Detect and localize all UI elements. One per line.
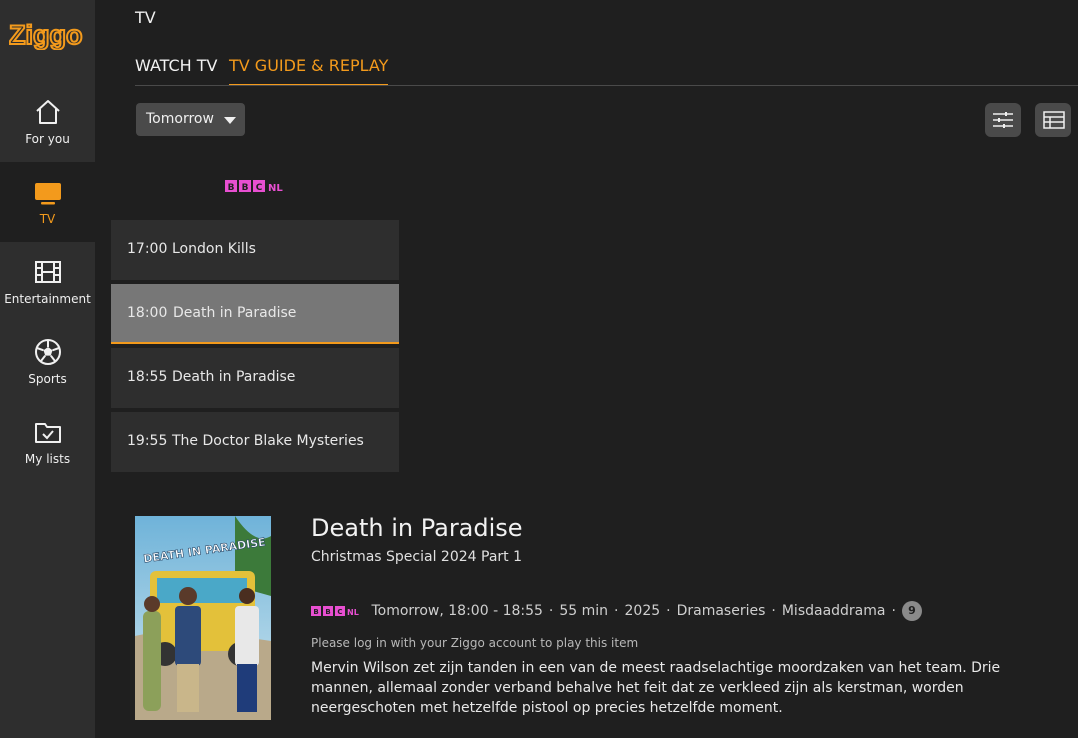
sidebar: Ziggo For you TV Entertainment Sports My… [0,0,95,738]
svg-text:B: B [325,608,330,616]
program-poster: DEATH IN PARADISE [135,516,271,720]
folder-check-icon [34,423,61,443]
svg-text:B: B [313,608,318,616]
program-item[interactable]: 17:00 London Kills [111,220,399,280]
login-note: Please log in with your Ziggo account to… [311,636,639,650]
nav-item-entertainment[interactable]: Entertainment [0,258,95,338]
program-title: Death in Paradise [172,369,296,385]
tabs-divider [135,85,1078,86]
nav-item-sports[interactable]: Sports [0,338,95,418]
svg-text:Ziggo: Ziggo [9,22,82,50]
grid-view-icon [1043,111,1065,129]
svg-text:C: C [256,183,263,193]
svg-text:B: B [228,183,235,193]
ziggo-logo[interactable]: Ziggo [9,22,85,50]
day-select[interactable]: Tomorrow [136,103,245,136]
meta-year: 2025 [624,603,661,619]
program-item-selected[interactable]: 18:00 Death in Paradise [111,284,399,344]
detail-meta: B B C NL Tomorrow, 18:00 - 18:55 · 55 min ·… [311,601,922,621]
svg-text:B: B [242,183,249,193]
nav-label: For you [25,132,70,146]
nav-item-my-lists[interactable]: My lists [0,418,95,498]
meta-separator: · [891,603,896,619]
program-time: 19:55 [127,433,168,449]
meta-genre: Misdaaddrama [781,603,886,619]
grid-view-button[interactable] [1035,103,1071,137]
nav-label: My lists [24,452,71,466]
meta-airing: Tomorrow, 18:00 - 18:55 [371,603,543,619]
day-select-value: Tomorrow [146,111,214,127]
meta-genre: Dramaseries [676,603,766,619]
filter-button[interactable] [985,103,1021,137]
svg-text:NL: NL [268,183,283,193]
detail-title: Death in Paradise [311,514,523,542]
program-title: London Kills [172,241,256,257]
football-icon [34,339,61,365]
detail-subtitle: Christmas Special 2024 Part 1 [311,549,523,565]
channel-logo-bbc-nl: B B C NL [311,605,359,617]
program-time: 18:55 [127,369,168,385]
tab-watch-tv[interactable]: WATCH TV [135,56,218,84]
nav-label: Entertainment [4,292,91,306]
program-title: The Doctor Blake Mysteries [172,433,364,449]
program-description: Mervin Wilson zet zijn tanden in een van… [311,660,1001,716]
nav-item-tv[interactable]: TV [0,162,95,242]
program-item[interactable]: 18:55 Death in Paradise [111,348,399,408]
meta-separator: · [614,603,619,619]
home-icon [35,100,60,124]
program-item[interactable]: 19:55 The Doctor Blake Mysteries [111,412,399,472]
meta-separator: · [771,603,776,619]
nav-label: Sports [28,372,67,386]
meta-duration: 55 min [559,603,609,619]
tv-icon [34,183,61,205]
channel-logo-bbc-nl[interactable]: B B C NL [225,180,287,193]
meta-separator: · [666,603,671,619]
program-time: 18:00 [127,305,168,321]
tab-tv-guide-replay[interactable]: TV GUIDE & REPLAY [229,56,389,86]
age-rating-badge: 9 [901,601,922,621]
nav-label: TV [39,212,56,226]
film-icon [34,261,61,283]
page-title: TV [135,8,156,27]
meta-separator: · [548,603,554,619]
svg-text:NL: NL [347,608,359,617]
program-time: 17:00 [127,241,168,257]
chevron-down-icon [224,117,236,124]
svg-text:C: C [337,608,342,616]
program-title: Death in Paradise [173,305,297,321]
sliders-icon [993,112,1013,128]
